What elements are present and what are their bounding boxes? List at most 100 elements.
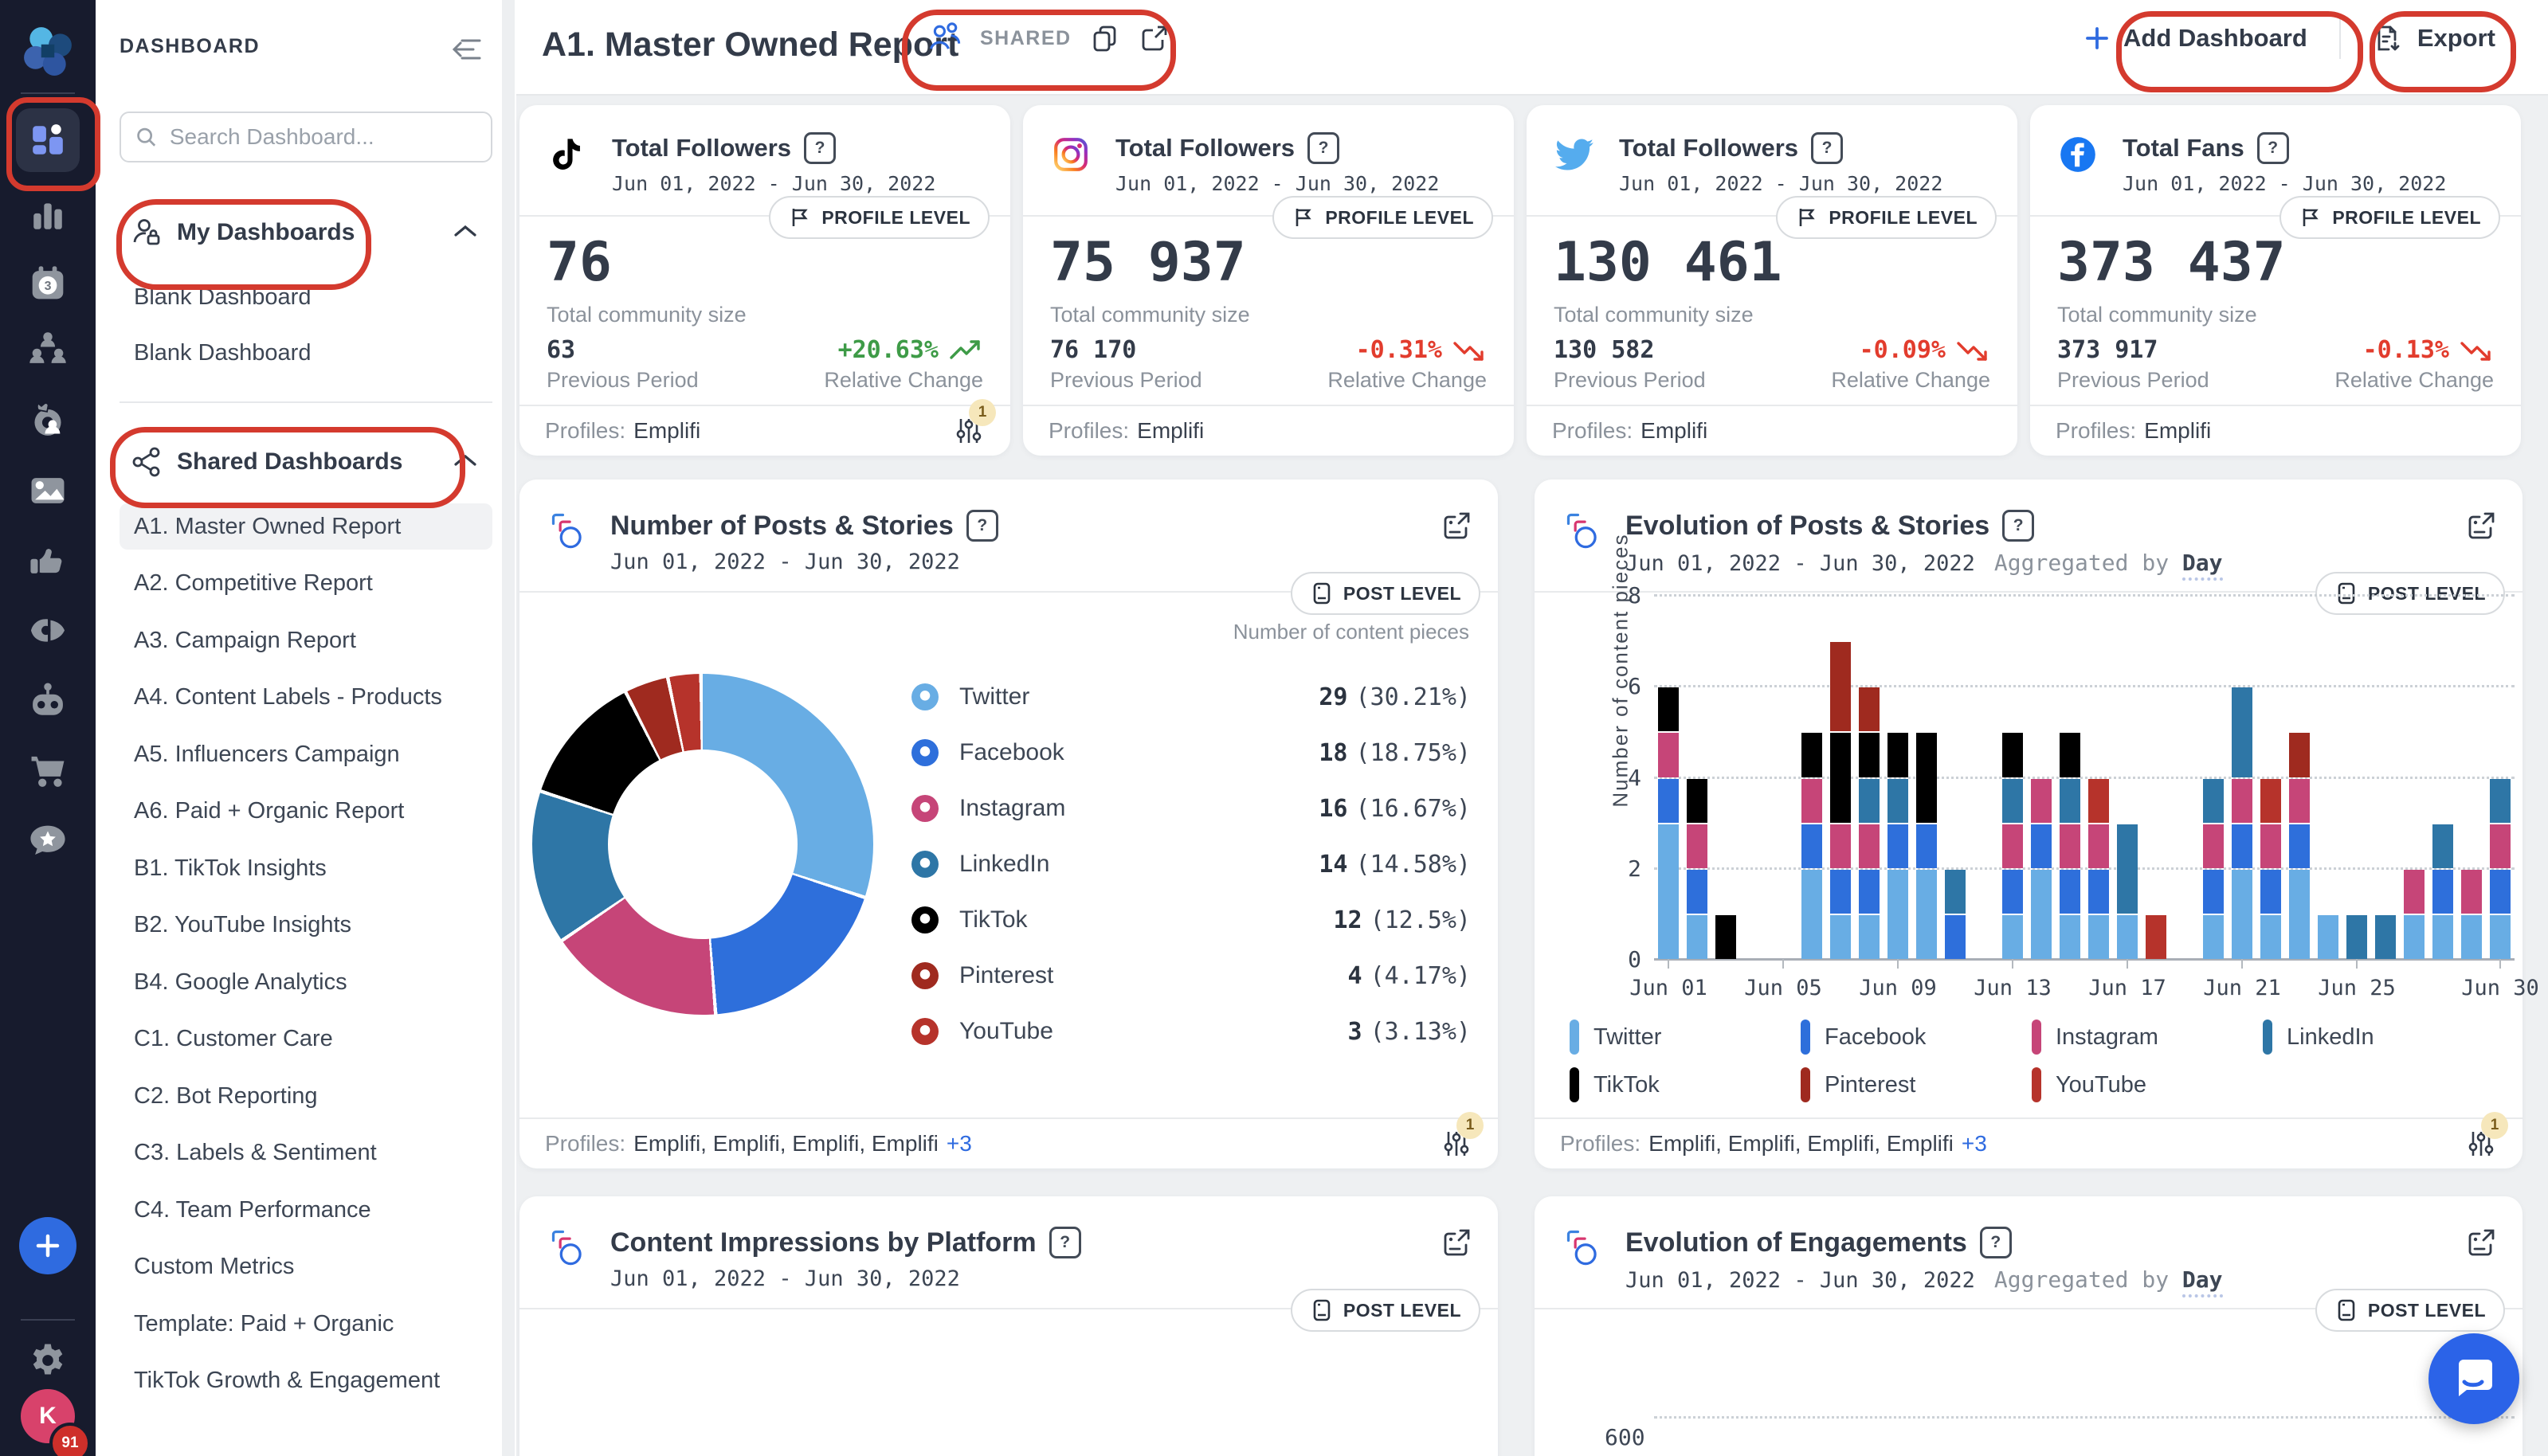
open-chart-icon[interactable] (1439, 508, 1474, 543)
filter-control[interactable]: 1 (2465, 1112, 2508, 1160)
aggregated-by[interactable]: Aggregated by Day (1994, 550, 2223, 581)
help-icon[interactable]: ? (966, 510, 998, 542)
bar-day-19[interactable] (2170, 595, 2199, 959)
bar-day-26[interactable] (2371, 595, 2400, 959)
bar-day-11[interactable] (1941, 595, 1970, 959)
bar-day-9[interactable] (1884, 595, 1912, 959)
bar-day-17[interactable] (2113, 595, 2142, 959)
dashboard-item[interactable]: A3. Campaign Report (120, 617, 492, 663)
legend-item[interactable]: TikTok (911, 906, 1028, 933)
help-icon[interactable]: ? (1811, 132, 1844, 164)
copy-icon[interactable] (1089, 22, 1121, 54)
legend-item[interactable]: Pinterest (1801, 1067, 1915, 1102)
bar-day-1[interactable] (1654, 595, 1683, 959)
open-in-new-icon[interactable] (1139, 22, 1170, 54)
bar-day-10[interactable] (1912, 595, 1941, 959)
donut-chart[interactable] (532, 674, 873, 1015)
legend-item[interactable]: LinkedIn (2263, 1020, 2374, 1055)
sidebar-item-engagement[interactable] (0, 532, 96, 589)
collapse-panel-icon[interactable] (449, 32, 484, 67)
export-button[interactable]: Export (2368, 22, 2500, 55)
dashboard-item[interactable]: A5. Influencers Campaign (120, 731, 492, 777)
filter-control[interactable]: 1 (953, 399, 996, 447)
dashboard-item[interactable]: Blank Dashboard (120, 330, 492, 376)
dashboard-item[interactable]: B2. YouTube Insights (120, 902, 492, 949)
help-icon[interactable]: ? (1307, 132, 1340, 164)
settings-gear-icon[interactable] (0, 1338, 96, 1383)
bar-day-23[interactable] (2285, 595, 2314, 959)
bar-day-14[interactable] (2027, 595, 2056, 959)
dashboard-item[interactable]: C2. Bot Reporting (120, 1073, 492, 1119)
dashboard-item[interactable]: C4. Team Performance (120, 1187, 492, 1233)
bar-day-5[interactable] (1769, 595, 1797, 959)
legend-item[interactable]: YouTube (911, 1018, 1053, 1045)
bar-day-8[interactable] (1855, 595, 1884, 959)
sidebar-item-listening[interactable] (0, 602, 96, 660)
legend-item[interactable]: Pinterest (911, 962, 1053, 989)
legend-item[interactable]: Facebook (911, 739, 1064, 766)
open-chart-icon[interactable] (1439, 1225, 1474, 1260)
emplifi-logo-icon[interactable] (0, 19, 96, 83)
legend-item[interactable]: Twitter (911, 683, 1029, 710)
dashboard-item[interactable]: C3. Labels & Sentiment (120, 1130, 492, 1176)
legend-item[interactable]: Instagram (911, 795, 1065, 822)
sidebar-item-media[interactable] (0, 462, 96, 519)
dashboard-item[interactable]: A6. Paid + Organic Report (120, 789, 492, 835)
bar-day-6[interactable] (1797, 595, 1826, 959)
legend-item[interactable]: YouTube (2032, 1067, 2146, 1102)
bar-day-30[interactable] (2486, 595, 2515, 959)
dashboard-item[interactable]: B4. Google Analytics (120, 959, 492, 1005)
dashboard-item[interactable]: TikTok Growth & Engagement (120, 1358, 492, 1404)
sidebar-item-analytics[interactable] (0, 190, 96, 241)
bar-day-4[interactable] (1740, 595, 1769, 959)
bar-day-3[interactable] (1711, 595, 1740, 959)
sidebar-item-care[interactable] (0, 392, 96, 449)
bar-day-27[interactable] (2400, 595, 2428, 959)
dashboard-item[interactable]: Blank Dashboard (120, 274, 492, 320)
filter-control[interactable]: 1 (1441, 1112, 1484, 1160)
chevron-up-icon[interactable] (453, 452, 478, 470)
bar-day-15[interactable] (2056, 595, 2084, 959)
help-icon[interactable]: ? (2256, 132, 2289, 164)
shared-dashboards-header[interactable]: Shared Dashboards (131, 446, 402, 478)
bar-day-12[interactable] (1970, 595, 1998, 959)
dashboard-item[interactable]: Template: Paid + Organic (120, 1301, 492, 1347)
bar-day-25[interactable] (2342, 595, 2371, 959)
aggregated-by[interactable]: Aggregated by Day (1994, 1266, 2223, 1297)
profiles-more-link[interactable]: +3 (947, 1131, 972, 1157)
dashboard-item[interactable]: A1. Master Owned Report (120, 503, 492, 550)
help-icon[interactable]: ? (1979, 1227, 2012, 1258)
legend-item[interactable]: Facebook (1801, 1020, 1926, 1055)
chevron-up-icon[interactable] (453, 223, 478, 241)
dashboard-item[interactable]: B1. TikTok Insights (120, 845, 492, 891)
legend-item[interactable]: Twitter (1570, 1020, 1661, 1055)
bar-day-24[interactable] (2314, 595, 2342, 959)
add-dashboard-button[interactable]: Add Dashboard (2079, 23, 2312, 53)
sidebar-item-dashboards[interactable] (16, 108, 80, 172)
open-chart-icon[interactable] (2464, 1225, 2499, 1260)
chat-launcher-button[interactable] (2428, 1333, 2519, 1424)
help-icon[interactable]: ? (804, 132, 837, 164)
bar-day-20[interactable] (2199, 595, 2228, 959)
dashboard-item[interactable]: Custom Metrics (120, 1244, 492, 1290)
dashboard-item[interactable]: A2. Competitive Report (120, 561, 492, 607)
legend-item[interactable]: Instagram (2032, 1020, 2158, 1055)
panel-scrollbar[interactable] (502, 0, 515, 1456)
bar-day-21[interactable] (2228, 595, 2256, 959)
sidebar-item-reviews[interactable] (0, 812, 96, 870)
sidebar-item-bot[interactable] (0, 672, 96, 730)
bar-day-2[interactable] (1683, 595, 1711, 959)
dashboard-item[interactable]: C1. Customer Care (120, 1016, 492, 1063)
bar-day-18[interactable] (2142, 595, 2170, 959)
bar-day-13[interactable] (1998, 595, 2027, 959)
bar-day-28[interactable] (2428, 595, 2457, 959)
stacked-bar-chart[interactable]: 0 2 4 6 8 Jun 01 Jun 05 Jun 09 Jun 13 Jun 17 Jun 2… (1628, 582, 2539, 1000)
sidebar-item-community[interactable] (0, 322, 96, 379)
search-input[interactable] (167, 123, 476, 151)
help-icon[interactable]: ? (2002, 510, 2035, 542)
bar-day-7[interactable] (1826, 595, 1855, 959)
legend-item[interactable]: LinkedIn (911, 851, 1049, 878)
legend-item[interactable]: TikTok (1570, 1067, 1660, 1102)
help-icon[interactable]: ? (1049, 1227, 1081, 1258)
my-dashboards-header[interactable]: My Dashboards (131, 217, 355, 249)
